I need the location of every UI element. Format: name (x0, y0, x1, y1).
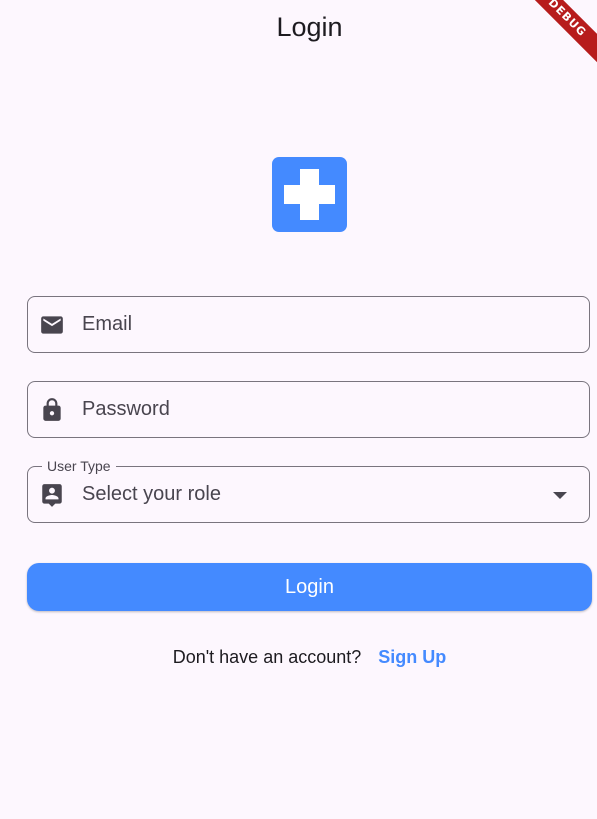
dropdown-arrow-icon[interactable] (553, 492, 567, 499)
password-field[interactable]: Password (27, 381, 590, 438)
signup-prompt: Don't have an account? (172, 647, 362, 667)
sign-up-link[interactable]: Sign Up (378, 647, 446, 667)
user-type-dropdown[interactable]: User Type Select your role (27, 457, 590, 523)
email-placeholder: Email (82, 313, 133, 335)
mail-icon (41, 316, 63, 334)
page-title: Login (276, 12, 343, 42)
email-field[interactable]: Email (27, 296, 590, 353)
signup-row: Don't have an account? Sign Up (0, 645, 597, 669)
password-placeholder: Password (82, 398, 170, 420)
lock-icon (43, 398, 61, 421)
medical-cross-icon (272, 157, 347, 232)
logo-cross-horizontal (284, 185, 335, 204)
user-type-placeholder: Select your role (82, 483, 221, 505)
login-button[interactable]: Login (27, 563, 592, 611)
contact-badge-icon (42, 484, 62, 507)
